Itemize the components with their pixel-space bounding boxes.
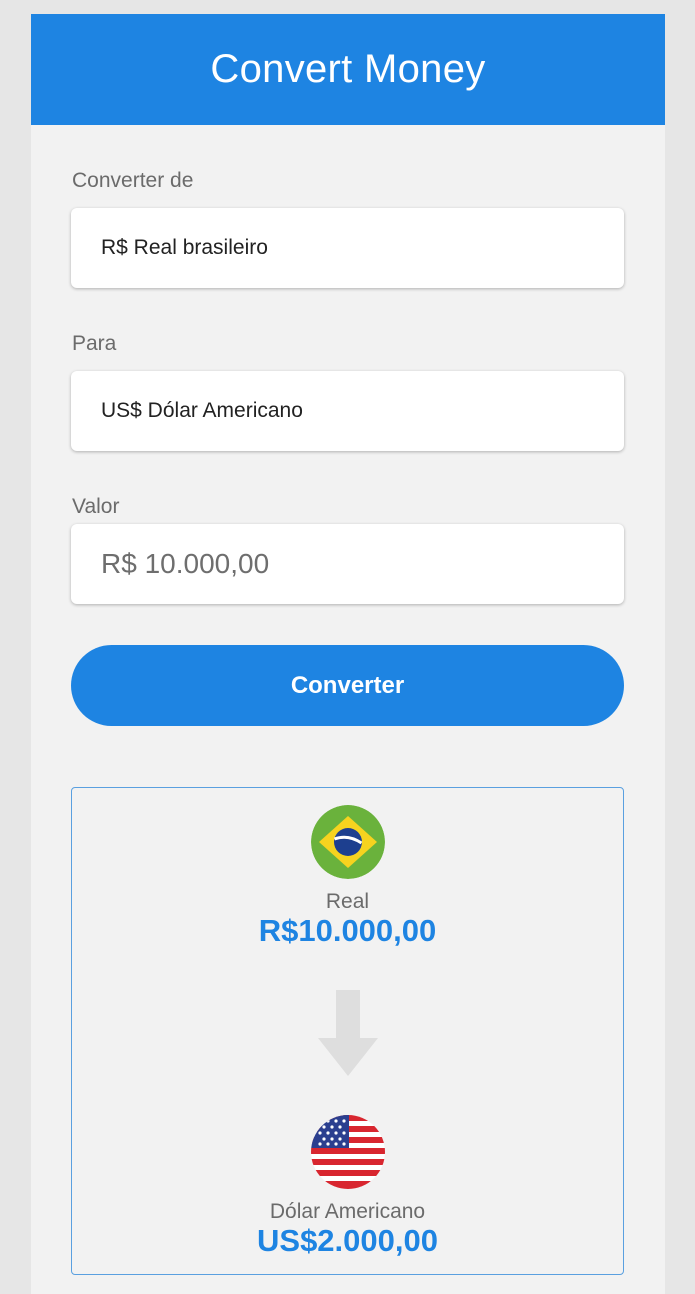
from-currency-amount: R$10.000,00 [258,913,437,948]
from-currency-select[interactable]: R$ Real brasileiro [71,208,624,288]
from-label: Converter de [72,169,194,192]
convert-button[interactable]: Converter [71,645,624,726]
to-currency-amount: US$2.000,00 [257,1223,438,1258]
to-currency-select[interactable]: US$ Dólar Americano [71,371,624,451]
arrow-down-icon [318,990,378,1076]
amount-input[interactable] [101,548,624,580]
to-label: Para [72,332,117,355]
brazil-flag-icon [311,805,385,879]
converter-card: Convert Money Converter de R$ Real brasi… [31,14,665,1294]
from-currency-value: R$ Real brasileiro [101,236,268,259]
app-header: Convert Money [31,14,665,125]
usa-flag-icon [311,1115,385,1189]
result-panel: Real R$10.000,00 Dólar Americano US$2.00… [71,787,624,1275]
to-currency-name: Dólar Americano [269,1200,426,1223]
amount-field[interactable] [71,524,624,604]
from-currency-name: Real [325,890,370,913]
convert-button-label: Converter [290,671,405,699]
app-title: Convert Money [210,47,486,91]
to-currency-value: US$ Dólar Americano [101,399,303,422]
amount-label: Valor [72,495,120,518]
